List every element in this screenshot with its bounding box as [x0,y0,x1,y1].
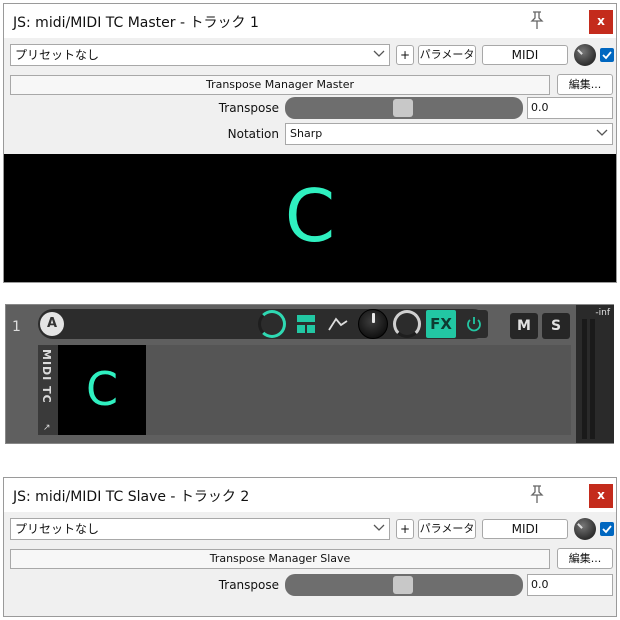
enable-checkbox[interactable] [600,522,614,536]
edit-button[interactable]: 編集... [557,74,613,95]
wet-knob[interactable] [574,518,596,540]
close-button[interactable]: x [589,484,613,508]
note-display: C [4,154,616,282]
chevron-down-icon [373,524,385,531]
meter-bar-left [582,319,587,439]
meter-bar-right [590,319,595,439]
transpose-label: Transpose [218,101,279,115]
title-bar[interactable]: JS: midi/MIDI TC Slave - トラック 2 x [4,478,616,512]
envelope-button[interactable] [324,310,352,338]
window-title: JS: midi/MIDI TC Master - トラック 1 [13,15,259,31]
embedded-fx-display: C [58,345,146,435]
envelope-icon [328,317,348,331]
effect-header: Transpose Manager Slave [10,549,550,569]
fx-button[interactable]: FX [426,310,456,338]
notation-value: Sharp [290,127,323,140]
wet-knob[interactable] [574,44,596,66]
pin-icon[interactable] [528,484,546,504]
record-arm-button[interactable]: A [40,312,64,336]
embedded-fx-strip[interactable]: MIDI TC ↗ [38,345,58,435]
track-number: 1 [12,319,21,335]
edit-button[interactable]: 編集... [557,548,613,569]
mute-button[interactable]: M [510,313,538,339]
transpose-slider[interactable] [285,574,523,596]
preset-select[interactable]: プリセットなし [10,518,390,540]
notation-label: Notation [227,127,279,141]
transpose-slider-thumb[interactable] [393,99,413,117]
preset-value: プリセットなし [15,522,100,536]
enable-checkbox[interactable] [600,48,614,62]
track-panel[interactable]: 1 A FX M S -inf MIDI TC ↗ C [5,304,614,444]
preset-value: プリセットなし [15,48,100,62]
solo-button[interactable]: S [542,313,570,339]
transpose-slider[interactable] [285,97,523,119]
power-icon [467,317,481,332]
effect-header: Transpose Manager Master [10,75,550,95]
chevron-down-icon [373,50,385,57]
routing-button[interactable] [292,310,320,338]
volume-knob[interactable] [358,309,388,339]
transpose-label: Transpose [218,578,279,592]
master-fx-window: JS: midi/MIDI TC Master - トラック 1 x プリセット… [3,3,617,283]
parameters-button[interactable]: パラメータ [418,519,476,539]
slave-fx-window: JS: midi/MIDI TC Slave - トラック 2 x プリセットな… [3,477,617,617]
add-preset-button[interactable]: + [396,45,414,65]
embedded-fx-name: MIDI TC [40,349,53,404]
preset-select[interactable]: プリセットなし [10,44,390,66]
notation-select[interactable]: Sharp [285,123,613,145]
meter-peak-label: -inf [595,308,610,318]
pan-knob[interactable] [393,310,421,338]
expand-arrow-icon[interactable]: ↗ [43,423,51,433]
fx-bypass-button[interactable] [460,310,488,338]
routing-icon [297,315,315,333]
volume-ring-icon[interactable] [258,310,286,338]
title-bar[interactable]: JS: midi/MIDI TC Master - トラック 1 x [4,4,616,38]
track-lane[interactable] [146,345,571,435]
add-preset-button[interactable]: + [396,519,414,539]
parameters-button[interactable]: パラメータ [418,45,476,65]
pin-icon[interactable] [528,10,546,30]
transpose-value-field[interactable]: 0.0 [527,97,613,119]
transpose-slider-thumb[interactable] [393,576,413,594]
level-meter: -inf [576,305,614,443]
midi-button[interactable]: MIDI [482,45,568,65]
midi-button[interactable]: MIDI [482,519,568,539]
close-button[interactable]: x [589,10,613,34]
transpose-value-field[interactable]: 0.0 [527,574,613,596]
window-title: JS: midi/MIDI TC Slave - トラック 2 [13,489,250,505]
chevron-down-icon [596,129,608,136]
